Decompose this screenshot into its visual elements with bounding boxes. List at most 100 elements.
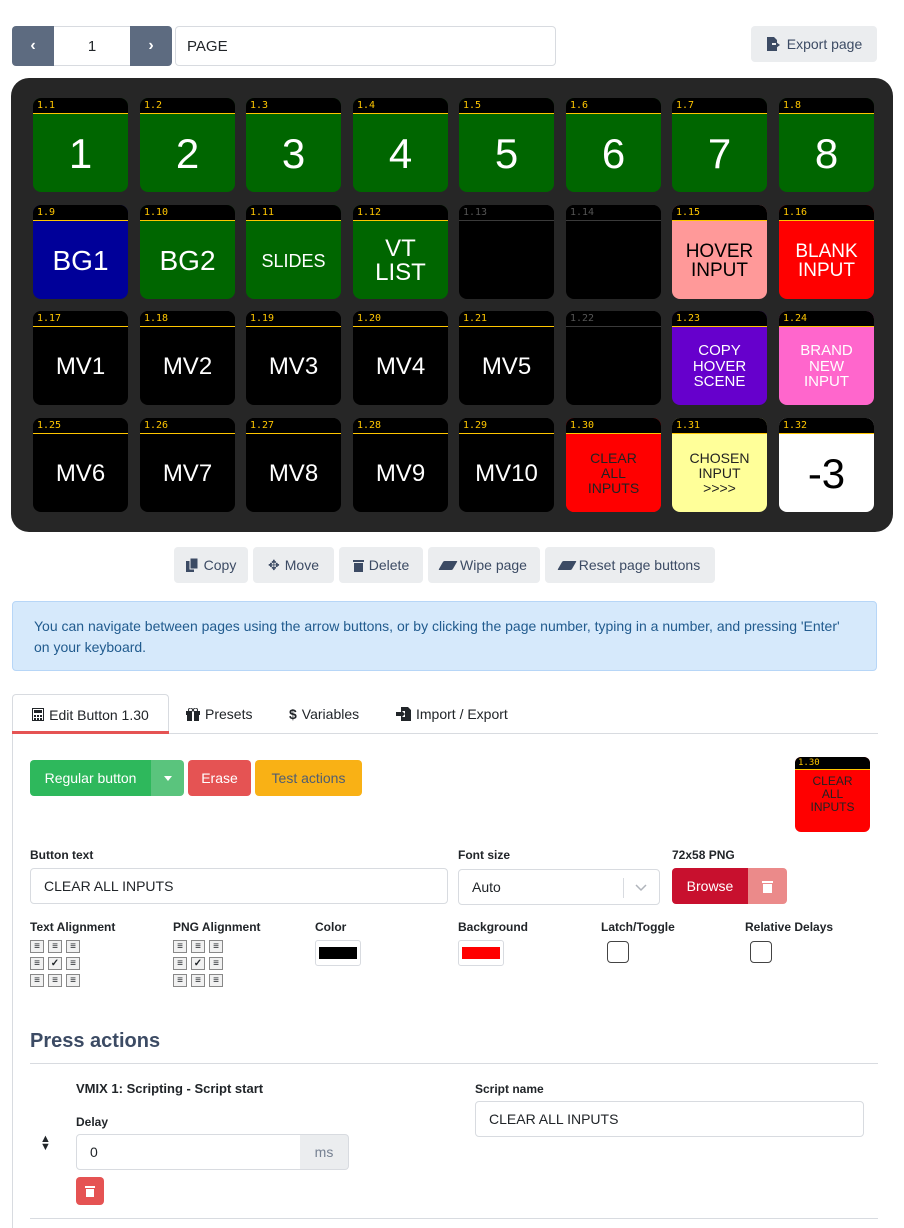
file-import-icon [396, 707, 411, 721]
tab-presets[interactable]: Presets [186, 694, 252, 734]
button-text-input[interactable]: CLEAR ALL INPUTS [30, 868, 448, 904]
next-page-button[interactable]: › [130, 26, 172, 66]
test-actions-button[interactable]: Test actions [255, 760, 362, 796]
grid-button-id: 1.23 [672, 311, 767, 327]
arrows-move-icon: ✥ [268, 556, 280, 573]
grid-button-id: 1.17 [33, 311, 128, 327]
align-right-icon[interactable]: ≡ [209, 957, 223, 970]
align-right-icon[interactable]: ≡ [209, 974, 223, 987]
align-left-icon[interactable]: ≡ [30, 957, 44, 970]
delete-button[interactable]: Delete [339, 547, 423, 583]
grid-button-label: VT LIST [375, 234, 426, 286]
grid-button-label: BG1 [52, 244, 109, 276]
button-type-button[interactable]: Regular button [30, 760, 151, 796]
align-left-icon[interactable]: ≡ [173, 957, 187, 970]
align-center-icon[interactable]: ≡ [191, 940, 205, 953]
grid-button-1-24[interactable]: 1.24 BRAND NEW INPUT [779, 311, 874, 405]
tab-variables[interactable]: $ Variables [289, 694, 359, 734]
erase-button[interactable]: Erase [188, 760, 251, 796]
grid-button-id: 1.6 [566, 98, 661, 114]
grid-button-1-32[interactable]: 1.32 -3 [779, 418, 874, 512]
button-text-value: CLEAR ALL INPUTS [44, 878, 174, 894]
relative-delays-checkbox[interactable] [750, 941, 772, 963]
page-name-input[interactable]: PAGE [175, 26, 556, 66]
grid-button-1-7[interactable]: 1.7 7 [672, 98, 767, 192]
check-icon[interactable]: ✓ [191, 957, 205, 970]
grid-button-1-12[interactable]: 1.12 VT LIST [353, 205, 448, 299]
page-number-input[interactable]: 1 [54, 26, 130, 66]
export-page-button[interactable]: Export page [751, 26, 877, 62]
grid-button-1-22[interactable]: 1.22 [566, 311, 661, 405]
check-icon[interactable]: ✓ [48, 957, 62, 970]
grid-button-1-26[interactable]: 1.26 MV7 [140, 418, 235, 512]
grid-button-id: 1.2 [140, 98, 235, 114]
grid-button-1-14[interactable]: 1.14 [566, 205, 661, 299]
grid-button-1-27[interactable]: 1.27 MV8 [246, 418, 341, 512]
grid-button-1-31[interactable]: 1.31 CHOSEN INPUT >>>> [672, 418, 767, 512]
grid-button-1-28[interactable]: 1.28 MV9 [353, 418, 448, 512]
align-right-icon[interactable]: ≡ [66, 940, 80, 953]
grid-button-1-18[interactable]: 1.18 MV2 [140, 311, 235, 405]
grid-button-1-15[interactable]: 1.15 HOVER INPUT [672, 205, 767, 299]
tab-import-export[interactable]: Import / Export [396, 694, 508, 734]
grid-button-1-17[interactable]: 1.17 MV1 [33, 311, 128, 405]
grid-button-1-30[interactable]: 1.30 CLEAR ALL INPUTS [566, 418, 661, 512]
align-left-icon[interactable]: ≡ [173, 940, 187, 953]
grid-button-1-19[interactable]: 1.19 MV3 [246, 311, 341, 405]
move-button[interactable]: ✥ Move [253, 547, 334, 583]
browse-png-button[interactable]: Browse [672, 868, 748, 904]
drag-handle-icon[interactable]: ▲ ▼ [40, 1134, 51, 1153]
text-color-picker[interactable] [315, 940, 361, 966]
reset-page-buttons-button[interactable]: Reset page buttons [545, 547, 715, 583]
delete-action-button[interactable] [76, 1177, 104, 1205]
grid-button-1-9[interactable]: 1.9 BG1 [33, 205, 128, 299]
text-alignment-grid[interactable]: ≡ ≡ ≡ ≡ ✓ ≡ ≡ ≡ ≡ [30, 940, 80, 987]
align-left-icon[interactable]: ≡ [30, 974, 44, 987]
align-center-icon[interactable]: ≡ [191, 974, 205, 987]
grid-button-1-5[interactable]: 1.5 5 [459, 98, 554, 192]
grid-button-1-4[interactable]: 1.4 4 [353, 98, 448, 192]
grid-button-id: 1.1 [33, 98, 128, 114]
align-right-icon[interactable]: ≡ [66, 974, 80, 987]
remove-png-button[interactable] [748, 868, 787, 904]
grid-button-1-8[interactable]: 1.8 8 [779, 98, 874, 192]
grid-button-label: 3 [281, 129, 306, 177]
grid-button-1-25[interactable]: 1.25 MV6 [33, 418, 128, 512]
align-left-icon[interactable]: ≡ [30, 940, 44, 953]
grid-button-1-20[interactable]: 1.20 MV4 [353, 311, 448, 405]
png-alignment-grid[interactable]: ≡ ≡ ≡ ≡ ✓ ≡ ≡ ≡ ≡ [173, 940, 223, 987]
color-label: Color [315, 920, 347, 934]
grid-button-1-6[interactable]: 1.6 6 [566, 98, 661, 192]
grid-button-id: 1.16 [779, 205, 874, 221]
align-center-icon[interactable]: ≡ [48, 974, 62, 987]
grid-button-1-11[interactable]: 1.11 SLIDES [246, 205, 341, 299]
font-size-value: Auto [472, 879, 501, 895]
grid-button-1-29[interactable]: 1.29 MV10 [459, 418, 554, 512]
grid-button-label: 7 [707, 129, 732, 177]
wipe-page-button[interactable]: Wipe page [428, 547, 540, 583]
grid-button-1-10[interactable]: 1.10 BG2 [140, 205, 235, 299]
browse-label: Browse [686, 878, 734, 894]
align-center-icon[interactable]: ≡ [48, 940, 62, 953]
grid-button-1-13[interactable]: 1.13 [459, 205, 554, 299]
script-name-input[interactable]: CLEAR ALL INPUTS [475, 1101, 864, 1137]
align-left-icon[interactable]: ≡ [173, 974, 187, 987]
grid-button-id: 1.15 [672, 205, 767, 221]
export-page-label: Export page [786, 36, 863, 52]
grid-button-1-23[interactable]: 1.23 COPY HOVER SCENE [672, 311, 767, 405]
latch-toggle-checkbox[interactable] [607, 941, 629, 963]
align-right-icon[interactable]: ≡ [209, 940, 223, 953]
copy-button[interactable]: Copy [174, 547, 248, 583]
grid-button-1-16[interactable]: 1.16 BLANK INPUT [779, 205, 874, 299]
prev-page-button[interactable]: ‹ [12, 26, 54, 66]
background-color-picker[interactable] [458, 940, 504, 966]
grid-button-1-1[interactable]: 1.1 1 [33, 98, 128, 192]
align-right-icon[interactable]: ≡ [66, 957, 80, 970]
grid-button-1-2[interactable]: 1.2 2 [140, 98, 235, 192]
tab-edit-button[interactable]: Edit Button 1.30 [12, 694, 169, 734]
grid-button-1-3[interactable]: 1.3 3 [246, 98, 341, 192]
button-type-dropdown-toggle[interactable] [151, 760, 184, 796]
grid-button-1-21[interactable]: 1.21 MV5 [459, 311, 554, 405]
font-size-select[interactable]: Auto [458, 869, 660, 905]
delay-input[interactable]: 0 [76, 1134, 301, 1170]
